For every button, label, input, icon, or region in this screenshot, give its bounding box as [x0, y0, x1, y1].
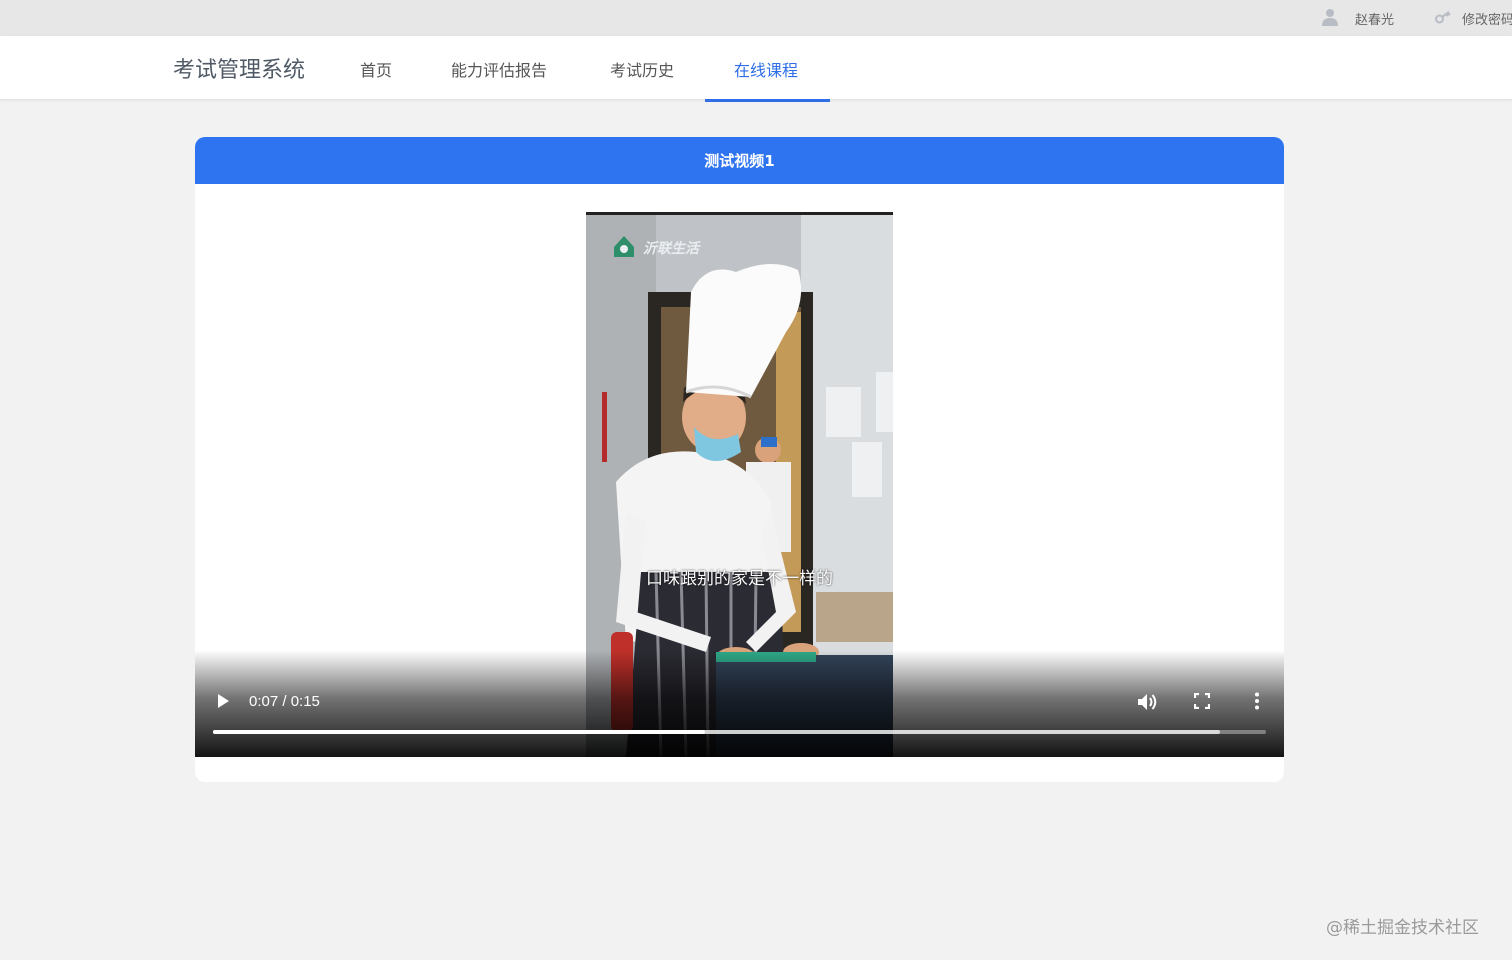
active-tab-indicator	[705, 99, 830, 102]
user-name[interactable]: 赵春光	[1355, 9, 1394, 28]
nav-item-home[interactable]: 首页	[360, 57, 392, 81]
system-title: 考试管理系统	[173, 58, 306, 83]
volume-icon[interactable]	[1137, 692, 1159, 712]
fullscreen-icon[interactable]	[1194, 693, 1210, 709]
user-icon	[1322, 9, 1338, 26]
top-utility-bar: 赵春光 修改密码	[0, 0, 1512, 36]
channel-logo-text: 沂联生活	[643, 241, 699, 257]
video-title-bar: 测试视频1	[195, 137, 1284, 184]
video-subtitle: 口味跟别的家是不一样的	[646, 569, 833, 589]
key-icon	[1435, 11, 1451, 24]
main-navbar: 考试管理系统 首页 能力评估报告 考试历史 在线课程	[0, 36, 1512, 102]
nav-item-exam-history[interactable]: 考试历史	[610, 57, 674, 81]
more-options-icon[interactable]	[1253, 692, 1261, 710]
nav-item-ability-report[interactable]: 能力评估报告	[451, 57, 547, 81]
change-password-link[interactable]: 修改密码	[1462, 9, 1512, 28]
video-player[interactable]: 沂联生活 口味跟别的家是不一样的 0:07 / 0:15	[195, 184, 1284, 757]
controls-overlay	[195, 650, 1284, 757]
nav-item-online-courses[interactable]: 在线课程	[734, 57, 798, 81]
progress-bar[interactable]	[213, 730, 1266, 734]
video-title: 测试视频1	[704, 152, 775, 170]
time-display: 0:07 / 0:15	[249, 693, 320, 710]
progress-played	[213, 730, 705, 734]
course-card: 测试视频1 沂联生活 口味跟别的家是不一样的 0:07 / 0:15	[195, 137, 1284, 782]
play-icon[interactable]	[215, 693, 231, 709]
site-watermark: @稀土掘金技术社区	[1326, 918, 1479, 938]
